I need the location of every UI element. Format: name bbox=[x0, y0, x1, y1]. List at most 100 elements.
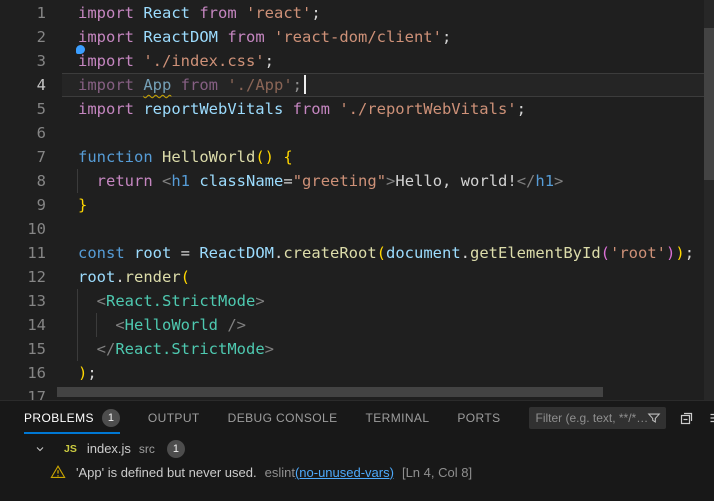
code-token: ; bbox=[685, 244, 694, 262]
problem-row[interactable]: 'App' is defined but never used. eslint … bbox=[0, 460, 714, 484]
line-number[interactable]: 13 bbox=[0, 289, 62, 313]
code-token: > bbox=[386, 172, 395, 190]
code-token: ( bbox=[601, 244, 610, 262]
line-content[interactable]: const root = ReactDOM.createRoot(documen… bbox=[62, 241, 714, 265]
warning-icon bbox=[50, 464, 66, 480]
code-line-13[interactable]: 13 <React.StrictMode> bbox=[0, 289, 714, 313]
tab-terminal[interactable]: TERMINAL bbox=[366, 401, 430, 434]
problem-rule-link[interactable]: (no-unused-vars) bbox=[295, 465, 394, 480]
tab-ports[interactable]: PORTS bbox=[457, 401, 500, 434]
horizontal-scrollbar[interactable] bbox=[57, 387, 603, 397]
collapse-all-button[interactable] bbox=[678, 409, 696, 427]
code-line-3[interactable]: 3import './index.css'; bbox=[0, 49, 714, 73]
code-line-6[interactable]: 6 bbox=[0, 121, 714, 145]
filter-input[interactable] bbox=[536, 411, 647, 425]
code-line-9[interactable]: 9} bbox=[0, 193, 714, 217]
line-content[interactable]: <React.StrictMode> bbox=[62, 289, 714, 313]
code-line-10[interactable]: 10 bbox=[0, 217, 714, 241]
code-token: < bbox=[162, 172, 171, 190]
vertical-scrollbar-thumb[interactable] bbox=[704, 28, 714, 180]
problems-file-row[interactable]: JS index.js src 1 bbox=[0, 437, 714, 460]
code-line-7[interactable]: 7function HelloWorld() { bbox=[0, 145, 714, 169]
code-token: root bbox=[78, 268, 115, 286]
code-token: > bbox=[265, 340, 274, 358]
code-line-12[interactable]: 12root.render( bbox=[0, 265, 714, 289]
text-cursor bbox=[304, 75, 306, 94]
line-number[interactable]: 7 bbox=[0, 145, 62, 169]
line-number[interactable]: 15 bbox=[0, 337, 62, 361]
code-token: HelloWorld bbox=[162, 148, 255, 166]
line-content[interactable]: import App from './App'; bbox=[62, 73, 714, 97]
code-line-1[interactable]: 1import React from 'react'; bbox=[0, 1, 714, 25]
indent-guide bbox=[77, 337, 78, 361]
code-line-11[interactable]: 11const root = ReactDOM.createRoot(docum… bbox=[0, 241, 714, 265]
code-line-16[interactable]: 16); bbox=[0, 361, 714, 385]
vscode-window: 1import React from 'react';2import React… bbox=[0, 0, 714, 501]
code-line-15[interactable]: 15 </React.StrictMode> bbox=[0, 337, 714, 361]
code-token: ; bbox=[517, 100, 526, 118]
code-token: './index.css' bbox=[143, 52, 264, 70]
line-content[interactable]: return <h1 className="greeting">Hello, w… bbox=[62, 169, 714, 193]
line-content[interactable] bbox=[62, 121, 714, 145]
line-number[interactable]: 1 bbox=[0, 1, 62, 25]
chevron-down-icon[interactable] bbox=[34, 443, 46, 455]
code-token bbox=[274, 148, 283, 166]
code-token: = bbox=[181, 244, 200, 262]
line-number[interactable]: 9 bbox=[0, 193, 62, 217]
line-content[interactable]: root.render( bbox=[62, 265, 714, 289]
line-content[interactable]: import reportWebVitals from './reportWeb… bbox=[62, 97, 714, 121]
code-editor: 1import React from 'react';2import React… bbox=[0, 0, 714, 400]
code-token bbox=[78, 340, 97, 358]
panel-actions bbox=[678, 409, 714, 427]
code-token: </ bbox=[517, 172, 536, 190]
code-line-4[interactable]: 4import App from './App'; bbox=[0, 73, 714, 97]
problems-filter-box[interactable] bbox=[529, 407, 666, 429]
line-number[interactable]: 16 bbox=[0, 361, 62, 385]
code-token: "greeting" bbox=[293, 172, 386, 190]
line-number[interactable]: 8 bbox=[0, 169, 62, 193]
line-number[interactable]: 5 bbox=[0, 97, 62, 121]
line-content[interactable]: </React.StrictMode> bbox=[62, 337, 714, 361]
code-line-5[interactable]: 5import reportWebVitals from './reportWe… bbox=[0, 97, 714, 121]
line-number[interactable]: 12 bbox=[0, 265, 62, 289]
line-content[interactable]: import ReactDOM from 'react-dom/client'; bbox=[62, 25, 714, 49]
line-content[interactable] bbox=[62, 217, 714, 241]
code-line-8[interactable]: 8 return <h1 className="greeting">Hello,… bbox=[0, 169, 714, 193]
line-content[interactable]: <HelloWorld /> bbox=[62, 313, 714, 337]
line-number[interactable]: 2 bbox=[0, 25, 62, 49]
line-number[interactable]: 10 bbox=[0, 217, 62, 241]
line-content[interactable]: ); bbox=[62, 361, 714, 385]
line-number[interactable]: 4 bbox=[0, 73, 62, 97]
code-line-14[interactable]: 14 <HelloWorld /> bbox=[0, 313, 714, 337]
tab-problems[interactable]: PROBLEMS 1 bbox=[24, 401, 120, 434]
code-token bbox=[190, 172, 199, 190]
code-token: ReactDOM bbox=[199, 244, 274, 262]
code-token: React.StrictMode bbox=[115, 340, 264, 358]
problem-message: 'App' is defined but never used. bbox=[76, 465, 257, 480]
line-content[interactable]: import './index.css'; bbox=[62, 49, 714, 73]
view-as-list-button[interactable] bbox=[707, 409, 714, 427]
vertical-scrollbar[interactable] bbox=[704, 0, 714, 400]
problems-file-dir: src bbox=[139, 442, 155, 456]
code-line-2[interactable]: 2import ReactDOM from 'react-dom/client'… bbox=[0, 25, 714, 49]
code-token: root bbox=[134, 244, 181, 262]
tab-output[interactable]: OUTPUT bbox=[148, 401, 200, 434]
line-content[interactable]: } bbox=[62, 193, 714, 217]
code-token bbox=[78, 292, 97, 310]
blue-cursor-dot-icon bbox=[76, 45, 85, 54]
indent-guide bbox=[77, 289, 78, 313]
line-number[interactable]: 14 bbox=[0, 313, 62, 337]
problem-location: [Ln 4, Col 8] bbox=[402, 465, 472, 480]
line-number[interactable]: 3 bbox=[0, 49, 62, 73]
line-number[interactable]: 6 bbox=[0, 121, 62, 145]
line-content[interactable]: import React from 'react'; bbox=[62, 1, 714, 25]
line-content[interactable]: function HelloWorld() { bbox=[62, 145, 714, 169]
line-number[interactable]: 17 bbox=[0, 385, 62, 400]
code-token: import bbox=[78, 52, 143, 70]
tab-debug-console[interactable]: DEBUG CONSOLE bbox=[228, 401, 338, 434]
indent-guide bbox=[77, 313, 78, 337]
line-number[interactable]: 11 bbox=[0, 241, 62, 265]
code-token bbox=[78, 316, 115, 334]
code-token: 'react-dom/client' bbox=[274, 28, 442, 46]
code-token: './reportWebVitals' bbox=[339, 100, 516, 118]
